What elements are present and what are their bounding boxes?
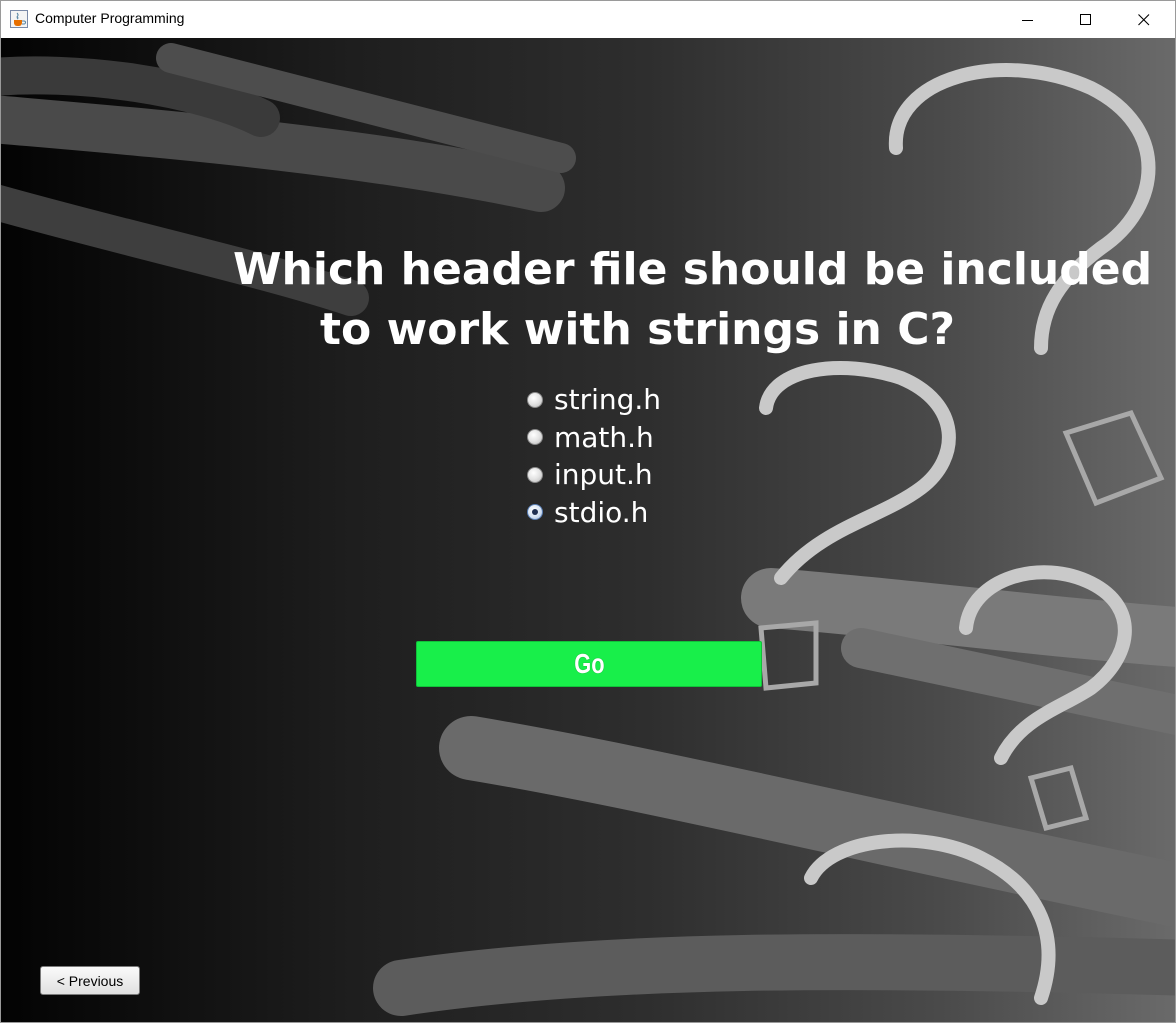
- option-label: math.h: [554, 420, 654, 454]
- window-title: Computer Programming: [35, 10, 185, 26]
- question-line-1: Which header file should be included: [233, 244, 1153, 295]
- maximize-icon: [1080, 13, 1091, 25]
- option-label: stdio.h: [554, 495, 649, 529]
- radio-button[interactable]: [527, 429, 543, 446]
- minimize-button[interactable]: [1005, 1, 1051, 38]
- previous-button[interactable]: < Previous: [40, 966, 140, 995]
- go-button-label: Go: [573, 648, 605, 679]
- previous-button-label: < Previous: [56, 972, 124, 989]
- quiz-panel: Which header file should be included to …: [1, 38, 1175, 1022]
- option-label: input.h: [554, 458, 653, 492]
- question-line-2: to work with strings in C?: [320, 304, 956, 355]
- radio-button[interactable]: [527, 391, 543, 408]
- option-label: string.h: [554, 383, 662, 417]
- option-math-h[interactable]: math.h: [527, 419, 661, 457]
- java-cup-icon: [10, 10, 28, 28]
- close-button[interactable]: [1121, 1, 1167, 38]
- radio-button-selected[interactable]: [527, 504, 543, 521]
- title-bar: Computer Programming: [1, 1, 1175, 38]
- option-input-h[interactable]: input.h: [527, 456, 661, 494]
- close-icon: [1138, 13, 1150, 25]
- minimize-icon: [1022, 19, 1033, 21]
- radio-button[interactable]: [527, 466, 543, 483]
- option-string-h[interactable]: string.h: [527, 381, 661, 419]
- answer-options: string.h math.h input.h stdio.h: [527, 381, 661, 531]
- app-window: Computer Programming Which header file s…: [0, 0, 1176, 1023]
- option-stdio-h[interactable]: stdio.h: [527, 494, 661, 532]
- go-button[interactable]: Go: [416, 641, 762, 687]
- maximize-button[interactable]: [1063, 1, 1109, 38]
